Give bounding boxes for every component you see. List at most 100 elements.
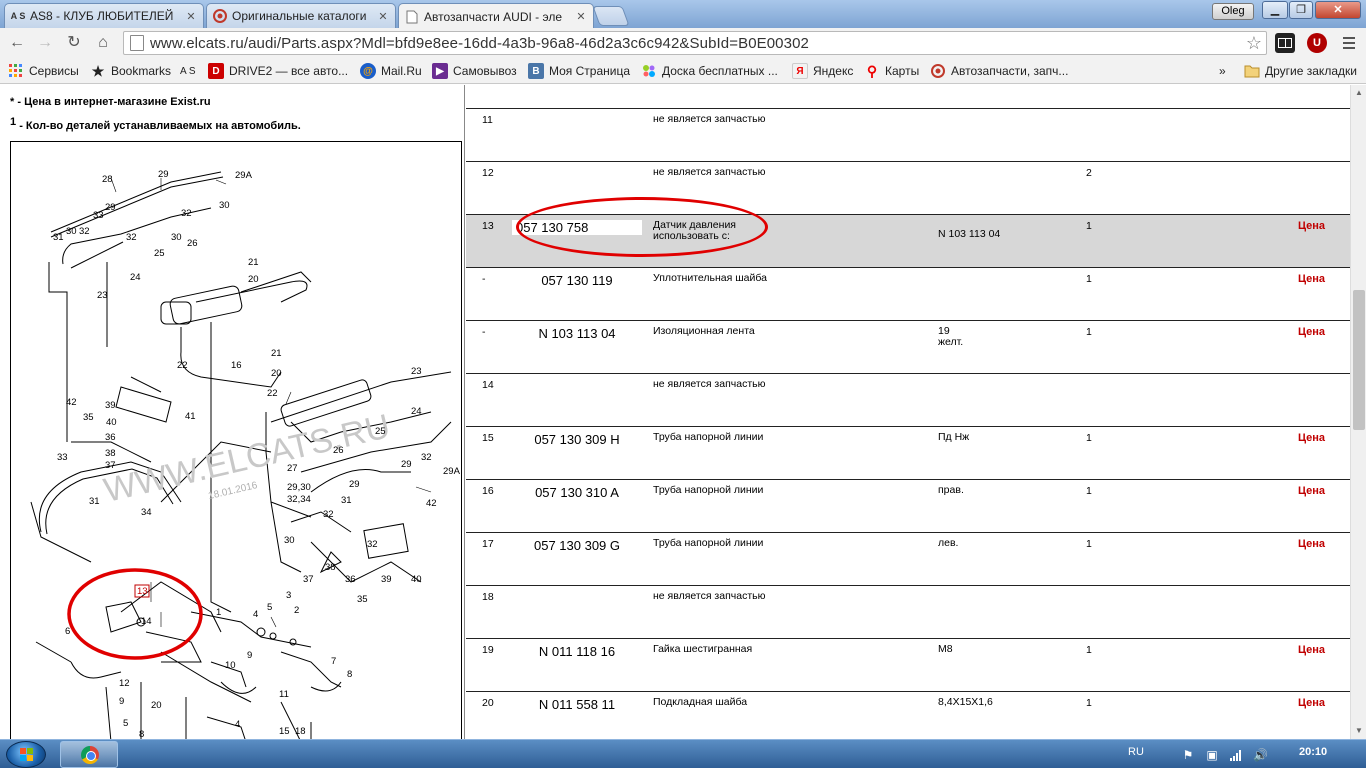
- volume-icon[interactable]: 🔊: [1253, 748, 1268, 762]
- callout-label: 14: [141, 616, 152, 627]
- diagram-panel: * - Цена в интернет-магазине Exist.ru 1 …: [0, 85, 465, 739]
- part-number[interactable]: 057 130 310 A: [512, 485, 642, 500]
- callout-label: 38: [105, 448, 116, 459]
- price-link[interactable]: Цена: [1298, 485, 1338, 497]
- callout-label: 8: [347, 669, 352, 680]
- bookmark-bookmarks[interactable]: ★ Bookmarks: [90, 62, 171, 80]
- parts-diagram[interactable]: WWW.ELCATS.RU 18.01.2016 28 29 29A 30 32…: [10, 141, 462, 739]
- minimize-button[interactable]: ▁: [1262, 1, 1288, 19]
- callout-label: 25: [375, 426, 386, 437]
- callout-label: 35: [83, 412, 94, 423]
- tab-label: Оригинальные каталоги: [232, 9, 367, 23]
- scroll-down-arrow-icon[interactable]: ▼: [1351, 723, 1366, 739]
- callout-label: 32: [421, 452, 432, 463]
- callout-label: 29A: [443, 466, 461, 477]
- avito-icon: [641, 63, 657, 79]
- profile-button[interactable]: Oleg: [1212, 3, 1254, 20]
- price-link[interactable]: Цена: [1298, 273, 1338, 285]
- bookmark-services[interactable]: Сервисы: [8, 62, 79, 80]
- map-pin-icon: ⚲: [866, 62, 878, 79]
- tab-audi-parts[interactable]: Автозапчасти AUDI - эле ✕: [398, 3, 594, 29]
- bookmark-yandex[interactable]: Я Яндекс: [792, 62, 853, 80]
- star-icon: ★: [91, 62, 105, 79]
- callout-label: 30: [171, 232, 182, 243]
- page-info-icon[interactable]: [130, 35, 144, 51]
- action-center-flag-icon[interactable]: ⚑: [1181, 748, 1195, 762]
- price-link[interactable]: Цена: [1298, 220, 1338, 232]
- language-indicator[interactable]: RU: [1128, 746, 1144, 758]
- price-link[interactable]: Цена: [1298, 644, 1338, 656]
- part-number[interactable]: 057 130 309 H: [512, 432, 642, 447]
- table-row: 17 057 130 309 G Труба напорной линии лев. 1…: [466, 533, 1350, 586]
- address-bar[interactable]: www.elcats.ru/audi/Parts.aspx?Mdl=bfd9e8…: [123, 31, 1267, 55]
- bookmark-vk[interactable]: B Моя Страница: [528, 62, 630, 80]
- part-number[interactable]: 057 130 309 G: [512, 538, 642, 553]
- page-content: * - Цена в интернет-магазине Exist.ru 1 …: [0, 85, 1366, 739]
- device-icon[interactable]: ▣: [1205, 748, 1219, 762]
- callout-label: 41: [185, 411, 196, 422]
- price-link[interactable]: Цена: [1298, 697, 1338, 709]
- play-icon: ▶: [432, 63, 448, 79]
- home-icon[interactable]: ⌂: [92, 33, 114, 53]
- overflow-chevron-icon: »: [1219, 64, 1226, 78]
- maximize-button[interactable]: ❐: [1289, 1, 1313, 19]
- tab-close-icon[interactable]: ✕: [377, 10, 389, 23]
- bookmark-avito[interactable]: Доска бесплатных ...: [641, 62, 778, 80]
- part-quantity: 1: [1086, 538, 1092, 550]
- tab-close-icon[interactable]: ✕: [575, 10, 587, 23]
- bookmarks-overflow-button[interactable]: »: [1219, 62, 1226, 80]
- other-bookmarks[interactable]: Другие закладки: [1244, 62, 1357, 80]
- part-note-use-with: N 103 113 04: [938, 228, 1001, 240]
- callout-label: 28: [102, 174, 113, 185]
- scroll-up-arrow-icon[interactable]: ▲: [1351, 85, 1366, 101]
- callout-label: 2: [294, 605, 299, 616]
- part-number[interactable]: N 103 113 04: [512, 326, 642, 341]
- bookmark-drive2[interactable]: D DRIVE2 — все авто...: [208, 62, 348, 80]
- price-link[interactable]: Цена: [1298, 326, 1338, 338]
- page-scrollbar[interactable]: ▲ ▼: [1350, 85, 1366, 739]
- forward-arrow-icon[interactable]: →: [34, 33, 56, 53]
- bookmarks-bar: Сервисы ★ Bookmarks A S D DRIVE2 — все а…: [0, 58, 1366, 84]
- part-quantity: 2: [1086, 167, 1092, 179]
- bookmark-autoparts[interactable]: Автозапчасти, запч...: [930, 62, 1068, 80]
- bookmark-star-icon[interactable]: ☆: [1246, 33, 1262, 54]
- part-number[interactable]: N 011 118 16: [512, 644, 642, 659]
- start-button[interactable]: [6, 741, 46, 768]
- part-name: Уплотнительная шайба: [653, 272, 767, 284]
- bookmark-label: Карты: [885, 64, 920, 78]
- tab-label: AS8 - КЛУБ ЛЮБИТЕЛЕЙ: [30, 9, 174, 23]
- extension-icon[interactable]: [1275, 33, 1295, 53]
- price-link[interactable]: Цена: [1298, 538, 1338, 550]
- callout-label: 37: [303, 574, 314, 585]
- callout-label: 12: [119, 678, 130, 689]
- clock[interactable]: 20:10: [1299, 746, 1327, 758]
- new-tab-button[interactable]: [592, 6, 630, 26]
- taskbar-chrome-button[interactable]: [60, 741, 118, 768]
- part-number[interactable]: N 011 558 11: [512, 697, 642, 712]
- tab-close-icon[interactable]: ✕: [185, 10, 197, 23]
- reload-icon[interactable]: ↻: [63, 33, 85, 53]
- tab-catalogs[interactable]: Оригинальные каталоги ✕: [206, 3, 396, 28]
- bookmark-mailru[interactable]: @ Mail.Ru: [360, 62, 422, 80]
- network-signal-icon[interactable]: [1229, 748, 1243, 762]
- note-mark: 1: [10, 116, 17, 128]
- chrome-menu-icon[interactable]: [1341, 35, 1357, 51]
- bookmark-maps[interactable]: ⚲ Карты: [864, 62, 919, 80]
- back-arrow-icon[interactable]: ←: [6, 33, 28, 53]
- price-link[interactable]: Цена: [1298, 432, 1338, 444]
- bookmark-as[interactable]: A S: [180, 62, 196, 80]
- callout-label: 20: [271, 368, 282, 379]
- bookmark-label: Моя Страница: [549, 64, 631, 78]
- close-window-button[interactable]: ✕: [1315, 1, 1361, 19]
- part-quantity: 1: [1086, 273, 1092, 285]
- bookmark-samovyvoz[interactable]: ▶ Самовывоз: [432, 62, 517, 80]
- tab-as8[interactable]: A S AS8 - КЛУБ ЛЮБИТЕЛЕЙ ✕: [4, 3, 204, 28]
- table-row: 14 не является запчастью: [466, 374, 1350, 427]
- extension-u-icon[interactable]: U: [1307, 33, 1327, 53]
- url-text[interactable]: www.elcats.ru/audi/Parts.aspx?Mdl=bfd9e8…: [150, 35, 809, 52]
- callout-label: 22: [177, 360, 188, 371]
- scroll-thumb[interactable]: [1353, 290, 1365, 430]
- drive2-icon: D: [208, 63, 224, 79]
- part-number[interactable]: 057 130 119: [512, 273, 642, 288]
- browser-toolbar: ← → ↻ ⌂ www.elcats.ru/audi/Parts.aspx?Md…: [0, 28, 1366, 58]
